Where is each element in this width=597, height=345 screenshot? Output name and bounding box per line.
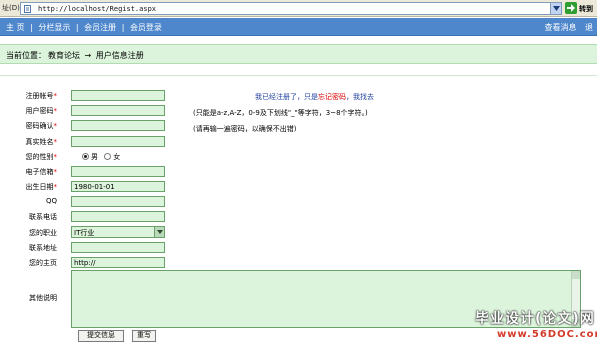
qq-field[interactable] [71, 196, 165, 207]
homepage-field[interactable] [71, 257, 165, 268]
gender-radio-group: 男 女 [82, 152, 124, 162]
password-field[interactable] [71, 105, 165, 116]
nav-login[interactable]: 会员登录 [130, 23, 162, 32]
gender-female-label: 女 [113, 153, 121, 161]
notes-label: 其他说明 [29, 294, 57, 302]
breadcrumb-arrow: → [84, 51, 92, 60]
address-bar: 址(D) http://localhost/Regist.aspx 转到 [0, 0, 597, 17]
qq-label: QQ [45, 197, 57, 205]
breadcrumb: 当前位置： 教育论坛 → 用户信息注册 [0, 44, 597, 64]
nav-home[interactable]: 主 页 [6, 23, 25, 32]
email-field[interactable] [71, 166, 165, 177]
realname-label: 真实姓名* [25, 138, 58, 146]
go-arrow-icon [565, 2, 577, 14]
homepage-label: 您的主页 [29, 259, 57, 267]
password-confirm-field[interactable] [71, 120, 165, 131]
find-link[interactable]: ，我找去 [346, 93, 374, 101]
username-label: 注册帐号* [25, 92, 58, 100]
url-text: http://localhost/Regist.aspx [38, 5, 157, 13]
breadcrumb-page: 用户信息注册 [95, 51, 144, 60]
gender-male-label: 男 [91, 153, 98, 161]
phone-field[interactable] [71, 211, 165, 222]
nav-separator: | [121, 23, 125, 32]
top-nav: 主 页 | 分栏显示 | 会员注册 | 会员登录 查看消息 退 [0, 18, 597, 36]
password-rule-hint: (请再输一遍密码，以确保不出错) [193, 125, 297, 133]
address-label: 联系地址 [29, 244, 57, 252]
scroll-up-icon[interactable] [572, 271, 580, 279]
address-field[interactable] [71, 242, 165, 253]
nav-separator: | [30, 23, 33, 32]
breadcrumb-prefix: 当前位置： [6, 51, 46, 60]
password-label: 用户密码* [25, 107, 58, 115]
occupation-label: 您的职业 [29, 229, 57, 237]
address-label: 址(D) [2, 4, 20, 12]
forgot-password-hint: 我已经注册了，只是忘记密码，我找去 [255, 92, 374, 102]
phone-label: 联系电话 [29, 213, 57, 221]
nav-separator: | [75, 23, 79, 32]
nav-messages[interactable]: 查看消息 [544, 23, 576, 32]
chevron-down-icon [553, 6, 560, 11]
watermark-title: 毕业设计(论文)网 [475, 311, 595, 327]
forgot-password-link[interactable]: 忘记密码 [318, 93, 346, 101]
url-dropdown-button[interactable] [550, 3, 561, 14]
reset-button[interactable]: 重写 [132, 330, 156, 342]
birthdate-field[interactable] [71, 181, 165, 192]
occupation-value: IT行业 [74, 229, 95, 237]
password-confirm-label: 密码确认* [25, 122, 58, 130]
url-input[interactable]: http://localhost/Regist.aspx [20, 2, 562, 15]
divider [0, 75, 597, 76]
watermark-url: www.56DOC.com [497, 329, 597, 340]
nav-register[interactable]: 会员注册 [84, 23, 116, 32]
username-rule-hint: (只能是a-z,A-Z，0-9及下划线"_"等字符，3~8个字符。) [193, 109, 368, 117]
occupation-dropdown-button[interactable] [154, 227, 164, 237]
breadcrumb-forum[interactable]: 教育论坛 [48, 51, 80, 60]
nav-column-view[interactable]: 分栏显示 [38, 23, 70, 32]
birthdate-label: 出生日期* [25, 183, 58, 191]
occupation-select[interactable]: IT行业 [71, 226, 165, 238]
watermark: 毕业设计(论文)网 www.56DOC.com [471, 308, 597, 344]
username-field[interactable] [71, 90, 165, 101]
gender-male-radio[interactable] [82, 153, 89, 160]
go-button[interactable]: 转到 [565, 2, 596, 15]
chevron-down-icon [157, 230, 163, 234]
realname-field[interactable] [71, 136, 165, 147]
gender-label: 您的性别* [25, 153, 58, 161]
email-label: 电子信箱* [25, 168, 58, 176]
submit-button[interactable]: 提交信息 [78, 330, 124, 342]
nav-logout[interactable]: 退 [585, 23, 593, 32]
page-icon [24, 5, 31, 13]
gender-female-radio[interactable] [104, 153, 112, 160]
go-label: 转到 [579, 5, 593, 13]
registered-text: 我已经注册了，只是 [255, 93, 318, 101]
